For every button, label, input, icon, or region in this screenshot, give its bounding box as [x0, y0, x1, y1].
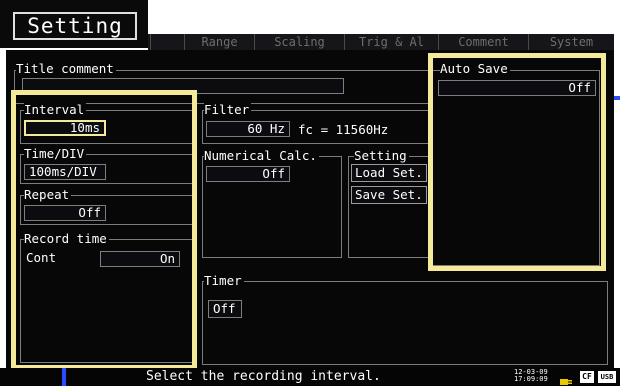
highlight-frame-left [11, 90, 197, 370]
filter-field[interactable]: 60 Hz [206, 121, 290, 137]
status-datetime: 12-03-09 17:09:09 [514, 369, 554, 383]
blue-marker-right [614, 96, 620, 100]
setting-group-label: Setting [354, 148, 409, 163]
timer-field[interactable]: Off [208, 300, 242, 318]
blue-marker-left [62, 368, 66, 386]
tab-system[interactable]: System [528, 34, 614, 50]
title-bar: Setting [0, 0, 148, 48]
timer-group [202, 281, 608, 365]
status-time: 17:09:09 [514, 375, 548, 383]
timer-label: Timer [204, 273, 244, 288]
status-message: Select the recording interval. [146, 369, 381, 384]
tab-scaling[interactable]: Scaling [254, 34, 344, 50]
numerical-calc-field[interactable]: Off [206, 166, 290, 182]
power-plug-icon [560, 372, 574, 385]
load-settings-button[interactable]: Load Set. [351, 164, 427, 182]
tab-range[interactable]: Range [184, 34, 254, 50]
highlight-frame-auto-save [428, 53, 606, 271]
status-bar: Select the recording interval. 12-03-09 … [0, 368, 620, 386]
filter-label: Filter [204, 102, 252, 117]
tab-trig-alarm[interactable]: Trig & Al [344, 34, 438, 50]
setting-title-button[interactable]: Setting [13, 12, 137, 40]
usb-icon: USB [598, 371, 616, 383]
filter-fc-text: fc = 11560Hz [298, 122, 391, 137]
tab-blank[interactable] [150, 34, 184, 50]
numerical-calc-label: Numerical Calc. [204, 148, 319, 163]
tab-strip: Range Scaling Trig & Al Comment System [148, 34, 614, 50]
cf-card-icon: CF [580, 371, 594, 383]
save-settings-button[interactable]: Save Set. [351, 186, 427, 204]
tab-comment[interactable]: Comment [438, 34, 528, 50]
instrument-screen: Setting Range Scaling Trig & Al Comment … [0, 0, 620, 386]
title-comment-label: Title comment [16, 61, 116, 76]
